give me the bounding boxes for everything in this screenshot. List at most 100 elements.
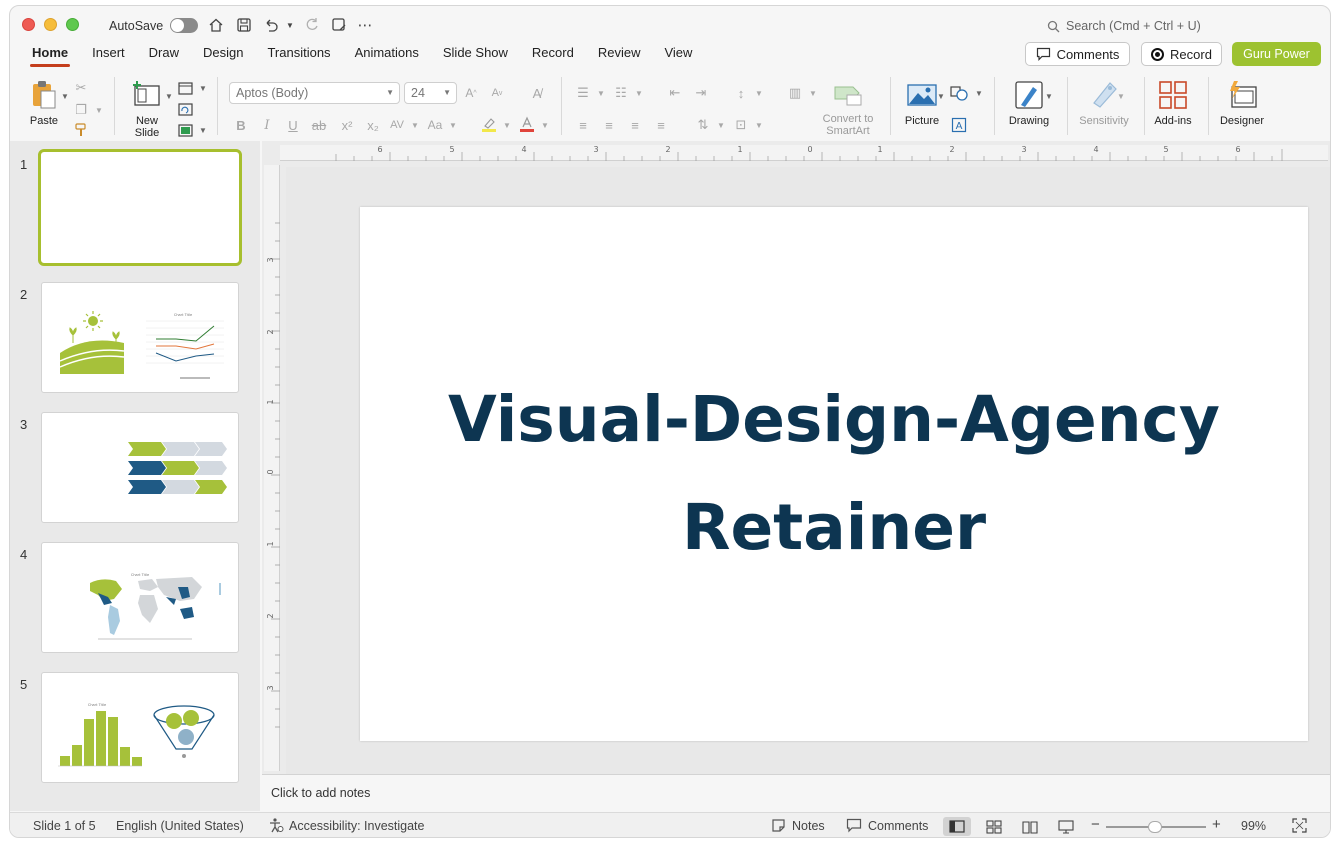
section-dropdown-chevron-icon[interactable]: ▼ (194, 121, 212, 139)
increase-font-size-icon[interactable]: A ^ (462, 84, 480, 102)
tab-transitions[interactable]: Transitions (255, 44, 342, 68)
shapes-chevron-icon[interactable]: ▼ (970, 84, 988, 102)
bullets-icon[interactable]: ☰ (574, 84, 592, 102)
search-box[interactable]: Search (Cmd + Ctrl + U) (1047, 19, 1201, 33)
numbering-chevron-icon[interactable]: ▼ (630, 84, 648, 102)
minimize-window-button[interactable] (44, 18, 57, 31)
zoom-out-icon[interactable]: − (1091, 816, 1100, 833)
slide-title[interactable]: Visual-Design-Agency Retainer (448, 366, 1220, 582)
sensitivity-dropdown-chevron-icon[interactable]: ▼ (1112, 87, 1130, 105)
comments-status-icon[interactable] (846, 818, 862, 836)
italic-icon[interactable]: I (258, 116, 276, 134)
undo-icon[interactable] (262, 16, 280, 34)
autosave-toggle[interactable] (170, 18, 198, 33)
line-spacing-icon[interactable]: ↕ (732, 84, 750, 102)
reading-view-button[interactable] (1016, 817, 1044, 836)
highlight-icon[interactable] (480, 115, 498, 133)
align-text-icon[interactable]: ⊡ (732, 116, 750, 134)
comments-toggle[interactable]: Comments (868, 819, 928, 833)
subscript-icon[interactable]: x₂ (364, 116, 382, 134)
columns-icon[interactable]: ▥ (786, 84, 804, 102)
accessibility-status[interactable]: Accessibility: Investigate (289, 819, 424, 833)
format-painter-icon[interactable] (72, 121, 90, 139)
copy-dropdown-chevron-icon[interactable]: ▼ (90, 101, 108, 119)
accessibility-icon[interactable] (268, 817, 284, 836)
notes-toggle[interactable]: Notes (792, 819, 825, 833)
tab-draw[interactable]: Draw (137, 44, 191, 68)
slide-thumbnail-1[interactable] (38, 149, 242, 266)
slide-sorter-button[interactable] (980, 817, 1008, 836)
save-icon[interactable] (235, 16, 253, 34)
numbering-icon[interactable]: ☷ (612, 84, 630, 102)
character-spacing-chevron-icon[interactable]: ▼ (406, 116, 424, 134)
clear-formatting-icon[interactable]: A̸ (528, 84, 546, 102)
language-indicator[interactable]: English (United States) (116, 819, 244, 833)
slide-thumbnail-5[interactable]: Chart Title (41, 672, 239, 783)
comments-button[interactable]: Comments (1025, 42, 1130, 66)
notes-pane[interactable]: Click to add notes (262, 774, 1330, 812)
decrease-indent-icon[interactable]: ⇤ (666, 84, 684, 102)
redo-icon[interactable] (303, 16, 321, 34)
highlight-chevron-icon[interactable]: ▼ (498, 116, 516, 134)
slide-thumbnail-4[interactable]: Chart Title (41, 542, 239, 653)
reset-slide-icon[interactable] (176, 100, 194, 118)
change-case-icon[interactable]: Aa (426, 116, 444, 134)
copy-icon[interactable]: ❐ (72, 101, 90, 119)
tab-insert[interactable]: Insert (80, 44, 137, 68)
superscript-icon[interactable]: x² (338, 116, 356, 134)
tab-record[interactable]: Record (520, 44, 586, 68)
strikethrough-icon[interactable]: ab (310, 116, 328, 134)
zoom-slider-handle[interactable] (1148, 821, 1162, 833)
current-slide[interactable]: Visual-Design-Agency Retainer (360, 207, 1308, 741)
bullets-chevron-icon[interactable]: ▼ (592, 84, 610, 102)
fit-to-window-icon[interactable] (1292, 818, 1307, 836)
align-left-icon[interactable]: ≡ (574, 116, 592, 134)
font-color-chevron-icon[interactable]: ▼ (536, 116, 554, 134)
text-direction-icon[interactable]: ⇅ (694, 116, 712, 134)
notes-icon[interactable] (771, 818, 786, 836)
decrease-font-size-icon[interactable]: Av (488, 84, 506, 102)
increase-indent-icon[interactable]: ⇥ (692, 84, 710, 102)
tab-animations[interactable]: Animations (343, 44, 431, 68)
drawing-dropdown-chevron-icon[interactable]: ▼ (1040, 87, 1058, 105)
picture-dropdown-chevron-icon[interactable]: ▼ (932, 87, 950, 105)
zoom-in-icon[interactable]: + (1212, 816, 1221, 833)
justify-icon[interactable]: ≡ (652, 116, 670, 134)
more-options-icon[interactable]: ⋯ (356, 16, 374, 34)
designer-button[interactable]: Designer (1216, 79, 1268, 127)
home-icon[interactable] (207, 16, 225, 34)
zoom-window-button[interactable] (66, 18, 79, 31)
tab-review[interactable]: Review (586, 44, 653, 68)
bold-icon[interactable]: B (232, 116, 250, 134)
underline-icon[interactable]: U (284, 116, 302, 134)
layout-dropdown-chevron-icon[interactable]: ▼ (194, 79, 212, 97)
tab-slide-show[interactable]: Slide Show (431, 44, 520, 68)
add-ins-button[interactable]: Add-ins (1150, 79, 1196, 127)
convert-to-smartart-button[interactable]: Convert to SmartArt (816, 83, 880, 137)
line-spacing-chevron-icon[interactable]: ▼ (750, 84, 768, 102)
vertical-ruler[interactable]: 3 2 1 0 1 2 3 (264, 165, 280, 771)
close-window-button[interactable] (22, 18, 35, 31)
horizontal-ruler[interactable]: 6 5 4 3 2 1 0 1 2 3 4 5 6 (280, 145, 1328, 161)
align-right-icon[interactable]: ≡ (626, 116, 644, 134)
font-color-icon[interactable] (518, 115, 536, 133)
cut-icon[interactable]: ✂ (72, 79, 90, 97)
tab-home[interactable]: Home (20, 44, 80, 68)
layout-icon[interactable] (176, 79, 194, 97)
guru-power-button[interactable]: Guru Power (1232, 42, 1321, 66)
normal-view-button[interactable] (943, 817, 971, 836)
text-box-icon[interactable]: A (950, 116, 968, 134)
tab-view[interactable]: View (652, 44, 704, 68)
record-button[interactable]: Record (1141, 42, 1222, 66)
font-name-select[interactable]: Aptos (Body) ▼ (229, 82, 400, 104)
tab-design[interactable]: Design (191, 44, 255, 68)
font-size-select[interactable]: 24 ▼ (404, 82, 457, 104)
customize-icon[interactable] (330, 16, 348, 34)
align-center-icon[interactable]: ≡ (600, 116, 618, 134)
slide-show-button[interactable] (1052, 817, 1080, 836)
text-direction-chevron-icon[interactable]: ▼ (712, 116, 730, 134)
zoom-level[interactable]: 99% (1241, 819, 1266, 833)
align-text-chevron-icon[interactable]: ▼ (750, 116, 768, 134)
change-case-chevron-icon[interactable]: ▼ (444, 116, 462, 134)
slide-thumbnail-3[interactable] (41, 412, 239, 523)
